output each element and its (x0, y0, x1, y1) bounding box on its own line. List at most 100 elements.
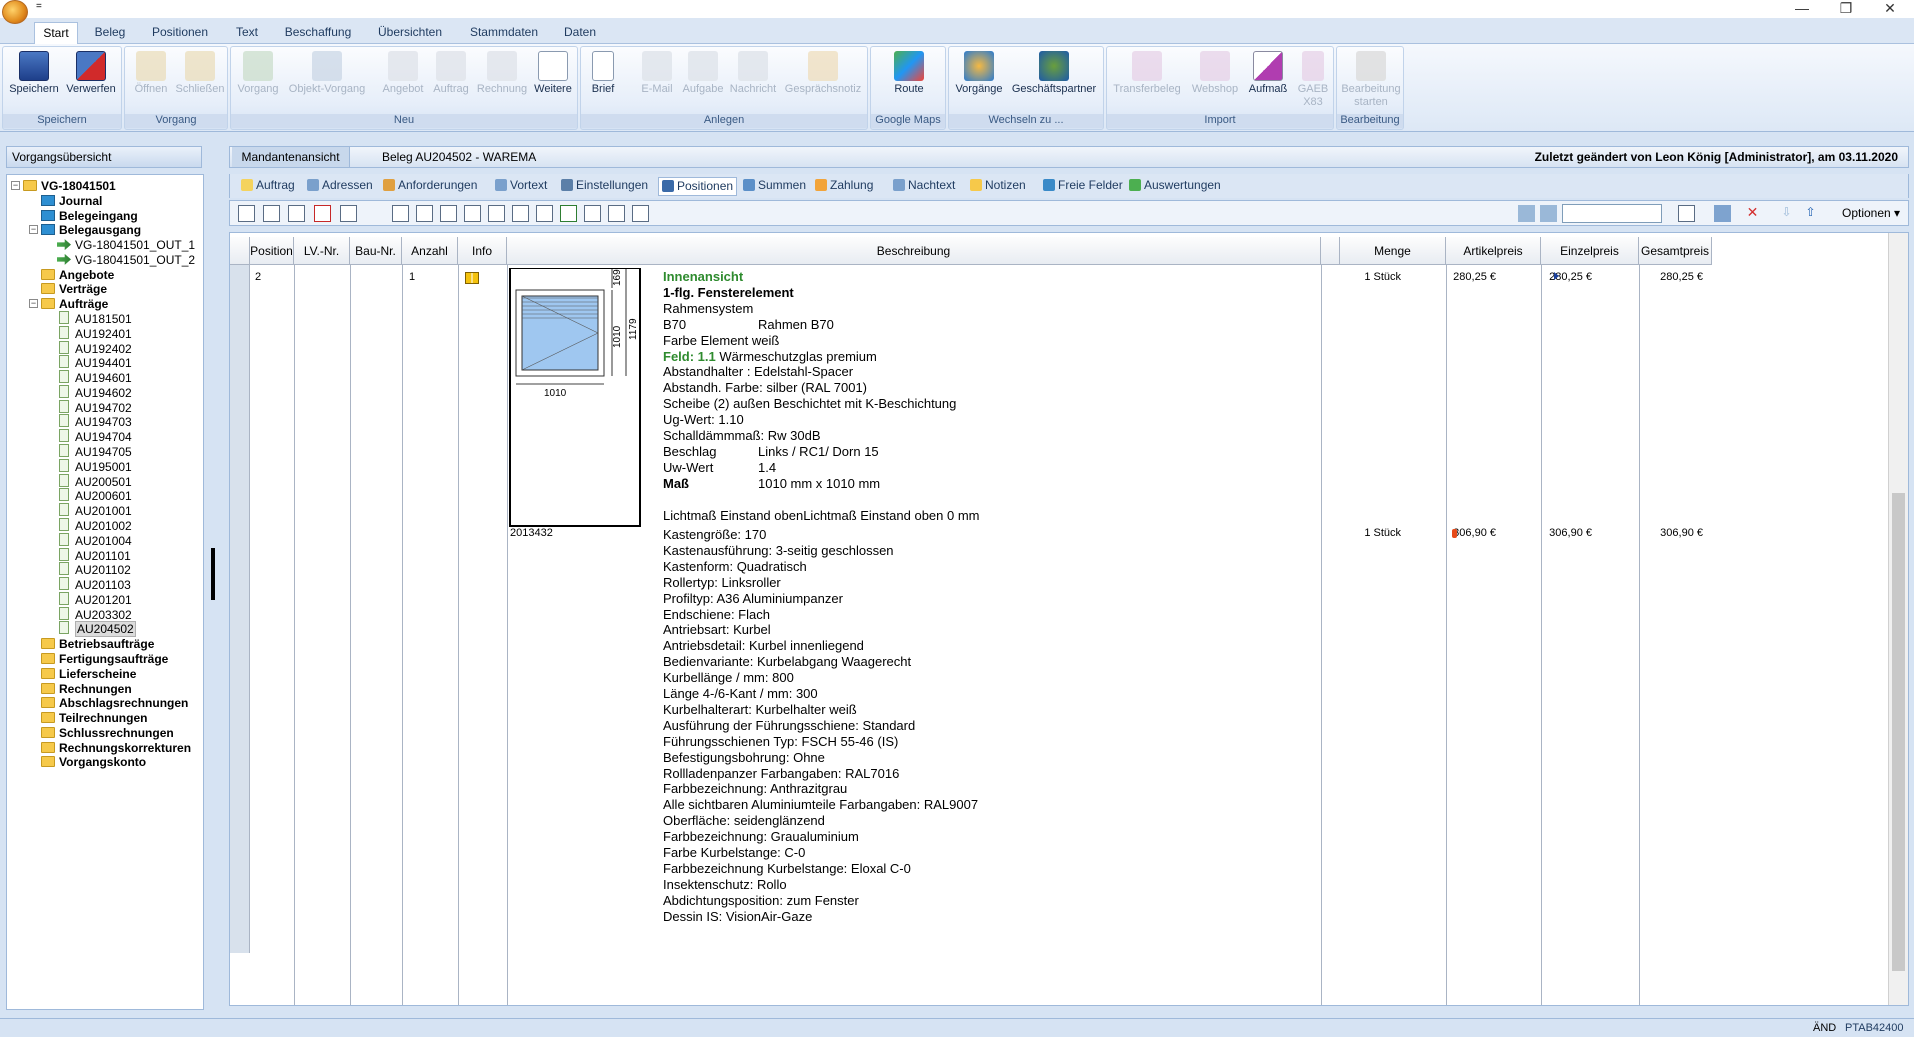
new-rechnung-button[interactable]: Rechnung (475, 51, 529, 113)
subtab-zahlung[interactable]: Zahlung (812, 177, 876, 196)
geschaeftspartner-button[interactable]: Geschäftspartner (1007, 51, 1101, 113)
new-angebot-button[interactable]: Angebot (379, 51, 427, 113)
image-view-icon[interactable] (488, 205, 505, 222)
schliessen-button[interactable]: Schließen (175, 51, 225, 113)
vertical-scrollbar[interactable] (1888, 233, 1908, 1005)
gaeb-button[interactable]: GAEB X83 (1293, 51, 1333, 113)
tree-expander[interactable]: − (11, 181, 20, 190)
row-selector[interactable] (230, 523, 250, 953)
column-header[interactable]: Menge (1340, 237, 1446, 265)
app-logo-icon[interactable] (2, 0, 28, 24)
subtab-notizen[interactable]: Notizen (967, 177, 1029, 196)
column-header[interactable]: Beschreibung (507, 237, 1321, 265)
column-header[interactable]: Info (458, 237, 507, 265)
export-icon[interactable] (1518, 205, 1535, 222)
artikelpreis-cell[interactable]: 306,90 € (1453, 527, 1496, 539)
transferbeleg-button[interactable]: Transferbeleg (1109, 51, 1185, 113)
column-header[interactable]: Einzelpreis (1541, 237, 1639, 265)
row-selector[interactable] (230, 265, 250, 523)
subtab-auftrag[interactable]: Auftrag (238, 177, 298, 196)
gesamtpreis-cell[interactable]: 280,25 € (1660, 271, 1703, 283)
tab-daten[interactable]: Daten (558, 22, 602, 44)
aufmass-button[interactable]: Aufmaß (1245, 51, 1291, 113)
subtab-anforderungen[interactable]: Anforderungen (380, 177, 480, 196)
column-view-icon[interactable] (512, 205, 529, 222)
aufgabe-button[interactable]: Aufgabe (679, 51, 727, 113)
close-button[interactable]: ✕ (1870, 0, 1910, 18)
delete-icon[interactable]: ✕ (1744, 205, 1761, 222)
speichern-button[interactable]: Speichern (7, 51, 61, 113)
grid-view-icon[interactable] (440, 205, 457, 222)
delete-position-icon[interactable] (314, 205, 331, 222)
tab-uebersichten[interactable]: Übersichten (372, 22, 448, 44)
vorgaenge-button[interactable]: Vorgänge (953, 51, 1005, 113)
tab-stammdaten[interactable]: Stammdaten (464, 22, 544, 44)
webshop-button[interactable]: Webshop (1187, 51, 1243, 113)
search-icon[interactable] (1540, 205, 1557, 222)
split-view-icon[interactable] (536, 205, 553, 222)
weitere-button[interactable]: Weitere (531, 51, 575, 113)
tab-beleg[interactable]: Beleg (90, 22, 130, 44)
new-document-icon[interactable] (1678, 205, 1695, 222)
column-header[interactable]: Bau-Nr. (350, 237, 402, 265)
expand-arrow-icon[interactable] (1554, 272, 1559, 280)
info-icon[interactable] (465, 272, 479, 284)
artikel-cell[interactable]: 2013432 (510, 527, 553, 539)
column-header[interactable]: Anzahl (402, 237, 458, 265)
calc-icon[interactable] (288, 205, 305, 222)
restore-button[interactable]: ❐ (1826, 0, 1866, 18)
warning-icon[interactable] (1452, 529, 1457, 538)
quick-access-toolbar-icon[interactable]: = (36, 1, 42, 12)
arrow-up-icon[interactable]: ⇧ (1802, 205, 1819, 222)
copy-icon[interactable] (340, 205, 357, 222)
brief-button[interactable]: Brief (585, 51, 621, 113)
artikelpreis-cell[interactable]: 280,25 € (1453, 271, 1496, 283)
tab-start[interactable]: Start (34, 22, 78, 44)
subtab-nachtext[interactable]: Nachtext (890, 177, 958, 196)
panel-splitter[interactable] (211, 548, 215, 600)
column-header[interactable]: Gesamtpreis (1639, 237, 1712, 265)
tree-expander[interactable]: − (29, 225, 38, 235)
list-view-icon[interactable] (392, 205, 409, 222)
route-button[interactable]: Route (881, 51, 937, 113)
tree-expander[interactable]: − (29, 299, 38, 309)
subtab-positionen[interactable]: Positionen (658, 177, 738, 196)
options-view-icon[interactable] (632, 205, 649, 222)
frame-view-icon[interactable] (464, 205, 481, 222)
tab-positionen[interactable]: Positionen (146, 22, 214, 44)
tab-beschaffung[interactable]: Beschaffung (280, 22, 356, 44)
subtab-summen[interactable]: Summen (740, 177, 809, 196)
column-header[interactable]: Position (250, 237, 294, 265)
tab-text[interactable]: Text (228, 22, 266, 44)
tree-node[interactable]: Vorgangskonto (41, 753, 146, 771)
edit-text-icon[interactable] (263, 205, 280, 222)
subtab-einstellungen[interactable]: Einstellungen (558, 177, 651, 196)
bearbeitung-starten-button[interactable]: Bearbeitung starten (1339, 51, 1403, 113)
menge-cell[interactable]: 1 Stück (1364, 527, 1401, 539)
oeffnen-button[interactable]: Öffnen (129, 51, 173, 113)
column-header[interactable]: Artikelpreis (1446, 237, 1541, 265)
menge-cell[interactable]: 1 Stück (1364, 271, 1401, 283)
verwerfen-button[interactable]: Verwerfen (63, 51, 119, 113)
subtab-adressen[interactable]: Adressen (304, 177, 376, 196)
edit-icon[interactable] (238, 205, 255, 222)
subtab-auswertungen[interactable]: Auswertungen (1126, 177, 1224, 196)
subtab-vortext[interactable]: Vortext (492, 177, 550, 196)
group-view-icon[interactable] (584, 205, 601, 222)
gespraechsnotiz-button[interactable]: Gesprächsnotiz (781, 51, 865, 113)
detail-view-icon[interactable] (416, 205, 433, 222)
nachricht-button[interactable]: Nachricht (727, 51, 779, 113)
options-dropdown[interactable]: Optionen ▾ (1842, 206, 1900, 220)
arrow-down-icon[interactable]: ⇩ (1778, 205, 1795, 222)
sort-icon[interactable] (362, 205, 379, 222)
new-vorgang-button[interactable]: Vorgang (235, 51, 281, 113)
new-objekt-vorgang-button[interactable]: Objekt-Vorgang (285, 51, 369, 113)
scrollbar-thumb[interactable] (1892, 493, 1905, 971)
position-cell[interactable]: 2 (255, 271, 261, 283)
new-auftrag-button[interactable]: Auftrag (429, 51, 473, 113)
subtab-freie-felder[interactable]: Freie Felder (1040, 177, 1126, 196)
print-icon[interactable] (1714, 205, 1731, 222)
gesamtpreis-cell[interactable]: 306,90 € (1660, 527, 1703, 539)
einzelpreis-cell[interactable]: 306,90 € (1549, 527, 1592, 539)
table-view-icon[interactable] (560, 205, 577, 222)
